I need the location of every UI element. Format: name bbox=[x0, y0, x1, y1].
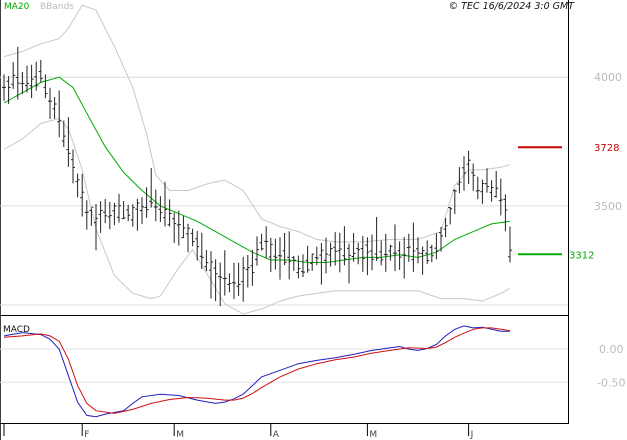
legend-bbands: BBands bbox=[40, 2, 74, 12]
bband-lower-line bbox=[3, 117, 511, 315]
price-ytick-label: 4000 bbox=[594, 71, 622, 84]
price-chart: MA20 BBands © TEC 16/6/2024 3:0 GMT 3728… bbox=[0, 0, 625, 440]
ma20-layer bbox=[3, 76, 511, 263]
price-ytick-label: 3500 bbox=[594, 200, 622, 213]
legend-ma20: MA20 bbox=[4, 2, 30, 12]
x-axis-ticks: FMAMJ bbox=[3, 424, 474, 440]
x-tick-label: J bbox=[470, 430, 474, 440]
ohlc-bars bbox=[2, 46, 512, 307]
ma20-line bbox=[3, 76, 511, 263]
signal-line bbox=[3, 327, 511, 414]
x-tick-label: M bbox=[369, 430, 377, 440]
macd-gridlines bbox=[0, 348, 568, 383]
credit-text: © TEC 16/6/2024 3:0 GMT bbox=[449, 1, 576, 12]
bbands-layer bbox=[3, 4, 511, 315]
resistance-label: 3728 bbox=[594, 143, 619, 154]
x-tick-label: F bbox=[84, 430, 89, 440]
macd-ytick-label: -0.50 bbox=[597, 376, 625, 389]
macd-line bbox=[3, 325, 510, 418]
x-tick-label: A bbox=[273, 430, 280, 440]
macd-ytick-label: 0.00 bbox=[599, 343, 624, 356]
macd-layer bbox=[3, 325, 511, 418]
x-tick-label: M bbox=[176, 430, 184, 440]
support-label: 3312 bbox=[569, 250, 594, 261]
